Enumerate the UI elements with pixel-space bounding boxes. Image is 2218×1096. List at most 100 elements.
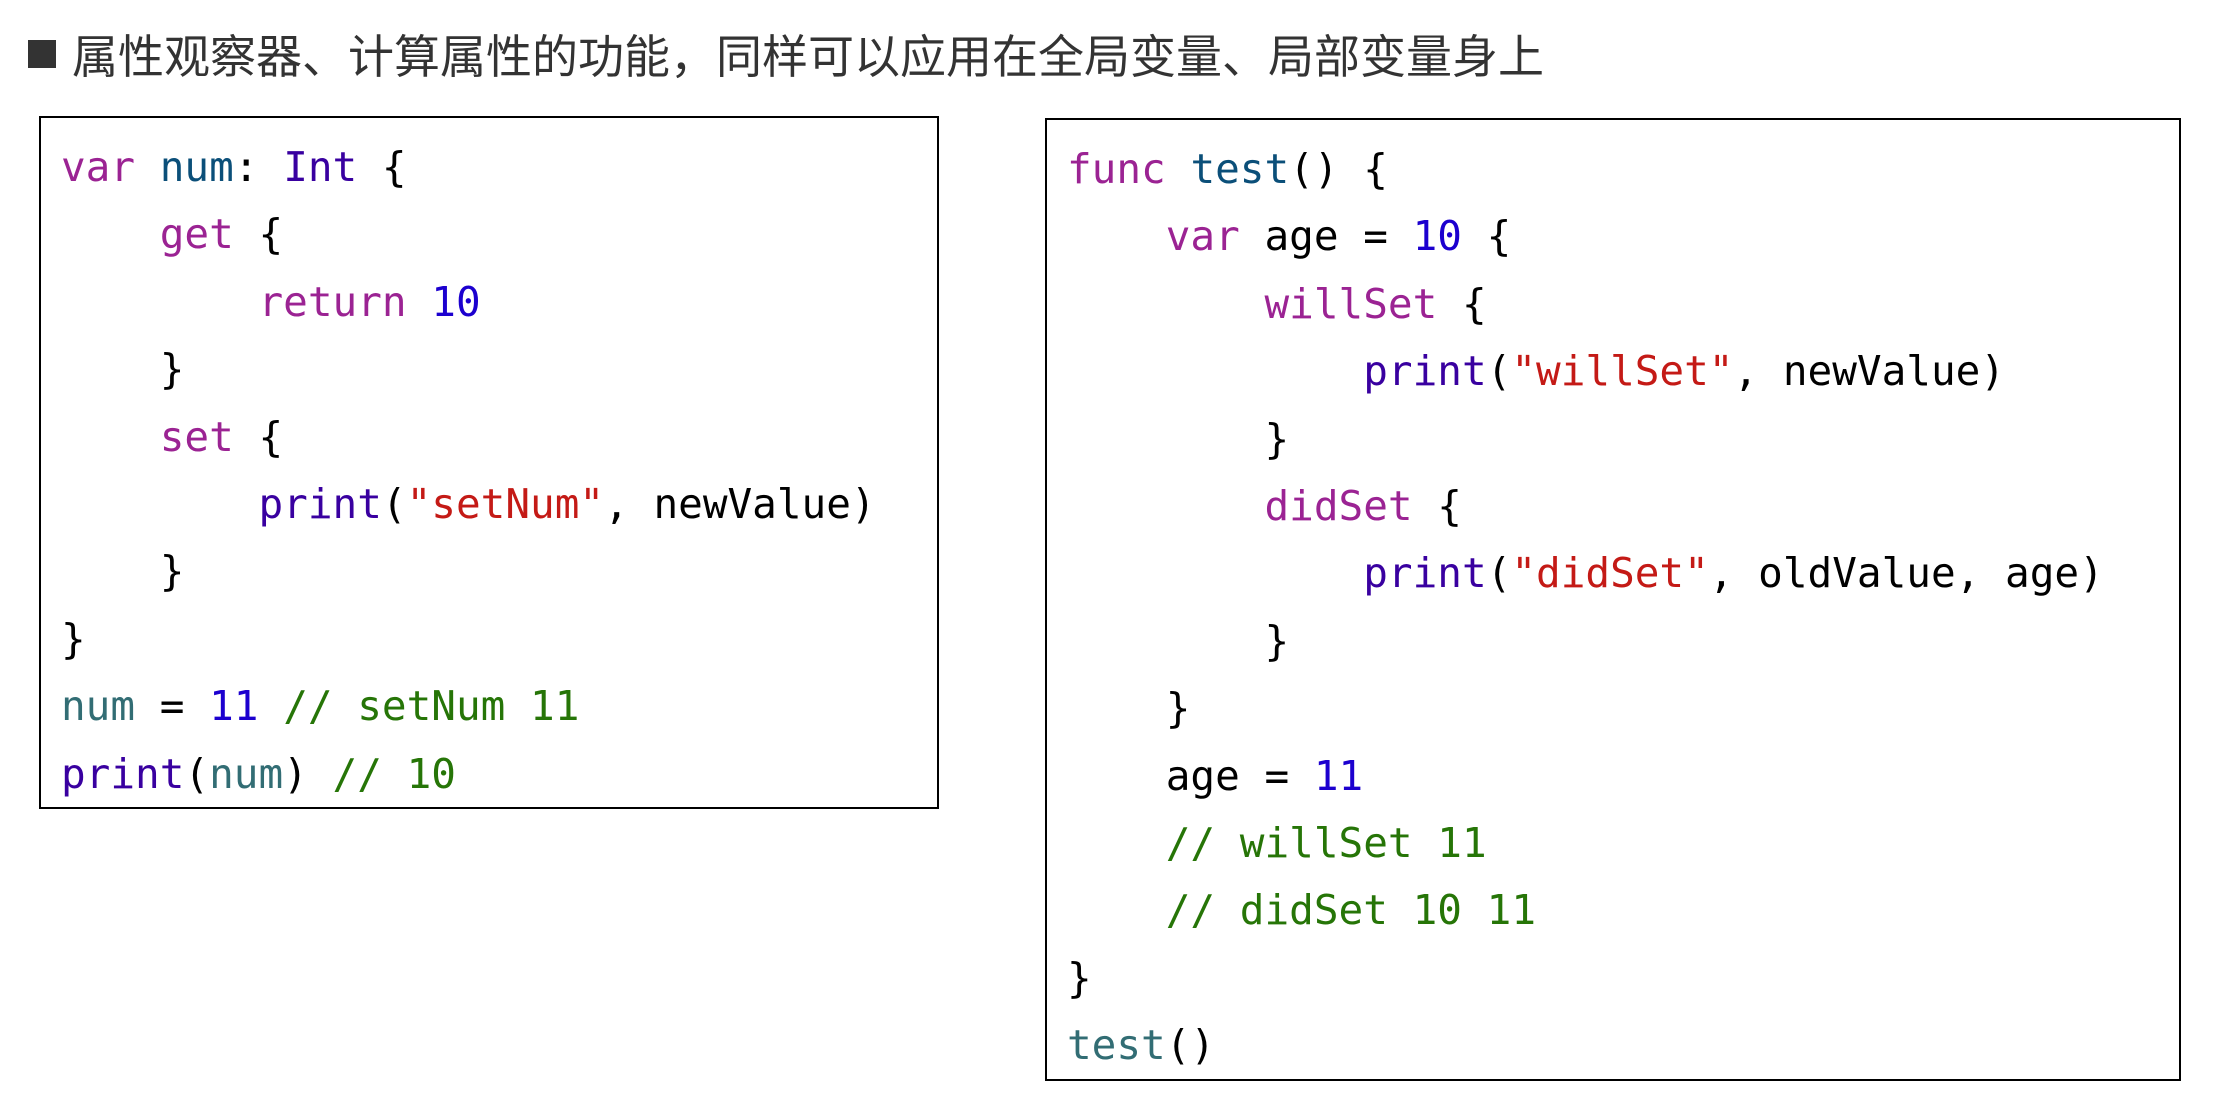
code-token: test (1190, 145, 1290, 193)
code-token: var (61, 143, 136, 191)
code-token: , newValue) (604, 479, 876, 528)
code-token: get (159, 210, 234, 259)
code-line: // didSet 10 11 (1067, 877, 2179, 944)
code-token: test (1067, 1021, 1166, 1070)
code-token: } (1067, 684, 1191, 733)
code-line: } (61, 336, 937, 403)
square-bullet-icon (28, 40, 56, 68)
code-token: { (1437, 279, 1487, 328)
code-line: didSet { (1067, 473, 2179, 540)
code-line: age = 11 (1067, 743, 2179, 810)
code-line: } (1067, 675, 2179, 742)
code-token: Int (283, 143, 358, 191)
code-token: age = (1067, 751, 1314, 800)
code-token: ( (1486, 347, 1512, 396)
code-token: set (159, 412, 234, 461)
code-token: age = (1239, 212, 1413, 261)
code-line: var num: Int { (61, 134, 937, 201)
code-token: : (233, 143, 284, 191)
code-token: print (1363, 347, 1487, 396)
code-token: num (61, 682, 136, 731)
code-token: ) (283, 749, 333, 798)
code-line: } (1067, 945, 2179, 1012)
code-line: // willSet 11 (1067, 810, 2179, 877)
code-token: num (159, 143, 234, 191)
heading-text: 属性观察器、计算属性的功能，同样可以应用在全局变量、局部变量身上 (72, 30, 1544, 84)
code-line: print("willSet", newValue) (1067, 338, 2179, 405)
code-token: // didSet 10 11 (1165, 886, 1537, 935)
code-token: } (61, 547, 185, 596)
code-token: 10 (1412, 212, 1462, 261)
code-line: print("setNum", newValue) (61, 471, 937, 538)
local-variable-code-block: func test() { var age = 10 { willSet { p… (1045, 118, 2181, 1081)
slide-heading: 属性观察器、计算属性的功能，同样可以应用在全局变量、局部变量身上 (28, 18, 1544, 90)
code-line: } (61, 538, 937, 605)
code-line: } (1067, 608, 2179, 675)
code-token: "setNum" (406, 479, 605, 528)
code-token: // willSet 11 (1165, 818, 1487, 867)
code-token: ( (1486, 549, 1512, 598)
code-token: return (258, 277, 407, 326)
code-line: } (61, 606, 937, 673)
code-line: var age = 10 { (1067, 203, 2179, 270)
code-line: return 10 (61, 269, 937, 336)
code-token: print (61, 749, 185, 798)
code-line: } (1067, 406, 2179, 473)
code-token: } (1067, 414, 1290, 463)
code-token: = (135, 682, 210, 731)
code-token: { (233, 412, 284, 461)
code-line: func test() { (1067, 136, 2179, 203)
code-line: test() (1067, 1012, 2179, 1079)
code-token: 10 (431, 277, 481, 326)
code-token: var (1165, 212, 1240, 261)
code-token: { (357, 143, 407, 191)
code-token: } (61, 614, 86, 663)
code-token: didSet (1264, 481, 1413, 530)
code-token: } (61, 345, 185, 394)
code-token: () (1165, 1021, 1216, 1070)
code-line: print(num) // 10 (61, 741, 937, 807)
code-line: get { (61, 201, 937, 268)
code-token: print (1363, 549, 1487, 598)
code-token: { (1461, 212, 1512, 261)
code-line: willSet { (1067, 271, 2179, 338)
code-token: , oldValue, age) (1708, 549, 2104, 598)
code-token: "willSet" (1511, 347, 1734, 396)
code-token: "didSet" (1511, 549, 1709, 598)
code-token: ( (381, 479, 407, 528)
code-token: num (209, 749, 284, 798)
code-token: , newValue) (1733, 347, 2006, 396)
code-token: willSet (1264, 279, 1438, 328)
code-token: ( (184, 749, 210, 798)
code-token: // setNum 11 (283, 682, 580, 731)
code-token: () { (1289, 145, 1388, 193)
code-token: 11 (209, 682, 259, 731)
code-token: func (1067, 145, 1166, 193)
code-token: } (1067, 953, 1092, 1002)
code-token: print (258, 479, 382, 528)
global-variable-code-block: var num: Int { get { return 10 } set { p… (39, 116, 939, 809)
code-token: // 10 (332, 749, 456, 798)
code-token: { (233, 210, 284, 259)
code-line: set { (61, 404, 937, 471)
code-token: { (1412, 481, 1462, 530)
code-line: print("didSet", oldValue, age) (1067, 540, 2179, 607)
code-token: 11 (1313, 751, 1364, 800)
code-line: num = 11 // setNum 11 (61, 673, 937, 740)
code-token: } (1067, 616, 1290, 665)
